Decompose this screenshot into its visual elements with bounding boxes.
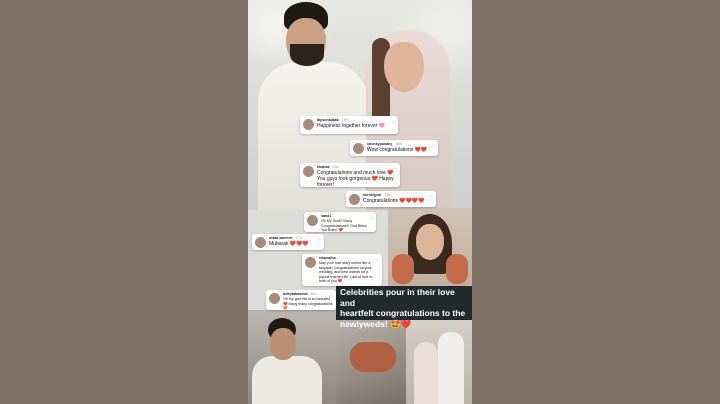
comment-text: Oh My God!!! Many Congratulations!!! God… <box>321 219 367 232</box>
heart-icon[interactable]: ♡ <box>393 167 397 172</box>
caption-overlay: Celebrities pour in their love and heart… <box>336 286 472 329</box>
comment-card[interactable]: niaaa.sameelt 17m Mubarak ❤️❤️❤️ ♡ <box>252 234 324 250</box>
comment-text: Wow congratulations ❤️❤️ <box>367 147 428 153</box>
avatar-icon <box>269 293 280 304</box>
avatar-icon <box>255 237 266 248</box>
heart-icon[interactable]: ♡ <box>431 144 435 149</box>
comment-card[interactable]: surbhijyoti 15m Congratulations ❤️❤️❤️❤️ … <box>346 191 436 207</box>
couple-standing-photo <box>406 320 472 404</box>
caption-line-3: newlyweds! 🤩❤️ <box>340 318 412 329</box>
caption-line-2: heartfelt congratulations to the <box>340 308 466 318</box>
comment-text: Happiness together forever 🩷 <box>317 123 385 129</box>
caption-line-1: Celebrities pour in their love and <box>340 287 455 308</box>
heart-icon[interactable]: ♡ <box>329 294 333 299</box>
groom-figure <box>258 62 368 210</box>
heart-icon[interactable]: ♡ <box>369 216 373 221</box>
avatar-icon <box>303 166 314 177</box>
comment-text: Congratulations ❤️❤️❤️❤️ <box>363 198 425 204</box>
avatar-icon <box>353 143 364 154</box>
groom-bride-photo <box>248 310 336 404</box>
avatar-icon <box>349 194 360 205</box>
comment-card[interactable]: chamaiha May your love story unfold like… <box>302 254 382 286</box>
video-frame[interactable]: Celebrities pour in their love and heart… <box>248 0 472 404</box>
right-blurred-background <box>472 0 720 404</box>
heart-icon[interactable]: ♡ <box>317 238 321 243</box>
left-blurred-background <box>0 0 248 404</box>
avatar-icon <box>303 119 314 130</box>
heart-icon[interactable]: ♡ <box>391 120 395 125</box>
avatar-icon <box>305 257 316 268</box>
comment-card[interactable]: heliyaabasmal 8m Oh my god this is so bea… <box>266 290 336 310</box>
celebrity-portrait-photo <box>388 208 472 290</box>
comment-card[interactable]: khamia 16m Congratulations and much love … <box>300 163 400 187</box>
comment-card[interactable]: dipschabaas 16m Happiness together foreve… <box>300 116 398 134</box>
comment-text: Mubarak ❤️❤️❤️ <box>269 241 309 247</box>
heart-icon[interactable]: ♡ <box>375 258 379 263</box>
comment-text: Congratulations and much love ❤️You guys… <box>317 170 394 187</box>
comment-card[interactable]: sana1 Oh My God!!! Many Congratulations!… <box>304 212 376 232</box>
comment-text: Oh my god this is so beautiful ❤️ Many m… <box>283 297 333 310</box>
avatar-icon <box>307 215 318 226</box>
comment-card[interactable]: chunkypandey 16m Wow congratulations ❤️❤️… <box>350 140 438 156</box>
heart-icon[interactable]: ♡ <box>429 195 433 200</box>
comment-text: May your love story unfold like a fairyt… <box>319 261 373 284</box>
mehndi-hands-photo <box>336 320 406 404</box>
